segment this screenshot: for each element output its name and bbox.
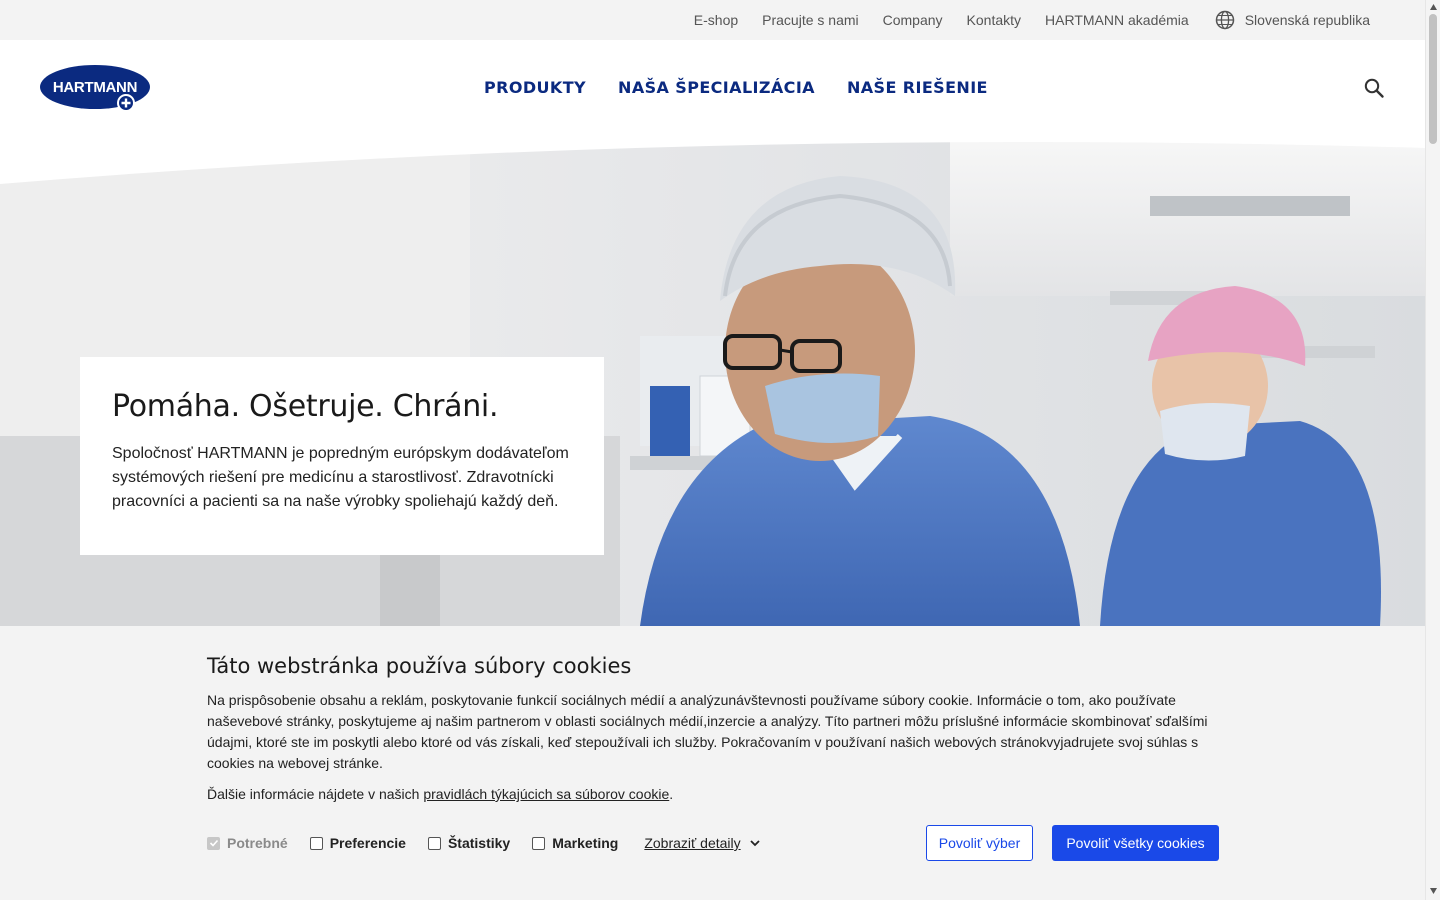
cookie-more-prefix: Ďalšie informácie nájdete v našich bbox=[207, 786, 424, 802]
show-details-label: Zobraziť detaily bbox=[644, 835, 741, 851]
globe-icon bbox=[1215, 10, 1234, 30]
topbar-link-careers[interactable]: Pracujte s nami bbox=[762, 12, 858, 28]
hero-section: Pomáha. Ošetruje. Chráni. Spoločnosť HAR… bbox=[0, 136, 1425, 626]
cookie-policy-link[interactable]: pravidlách týkajúcich sa súborov cookie bbox=[423, 786, 669, 802]
checkbox-necessary-label: Potrebné bbox=[227, 835, 288, 851]
checkbox-statistics[interactable]: Štatistiky bbox=[427, 835, 510, 851]
hero-curve bbox=[0, 136, 1425, 184]
search-icon[interactable] bbox=[1362, 76, 1386, 100]
nav-specialization[interactable]: NAŠA ŠPECIALIZÁCIA bbox=[618, 78, 815, 97]
language-label: Slovenská republika bbox=[1244, 12, 1370, 28]
cookie-content: Táto webstránka používa súbory cookies N… bbox=[207, 654, 1222, 805]
checkbox-marketing[interactable]: Marketing bbox=[532, 835, 618, 851]
checkbox-preferences-label[interactable]: Preferencie bbox=[330, 835, 406, 851]
scrollbar-thumb[interactable] bbox=[1429, 14, 1437, 144]
chevron-down-icon bbox=[750, 840, 760, 847]
nav-solutions[interactable]: NAŠE RIEŠENIE bbox=[847, 78, 988, 97]
cookie-more-info: Ďalšie informácie nájdete v našich pravi… bbox=[207, 784, 1222, 805]
checkbox-marketing-label[interactable]: Marketing bbox=[552, 835, 618, 851]
svg-text:HARTMANN: HARTMANN bbox=[53, 79, 137, 96]
site-header: HARTMANN PRODUKTY NAŠA ŠPECIALIZÁCIA NAŠ… bbox=[0, 40, 1425, 136]
language-selector[interactable]: Slovenská republika bbox=[1215, 10, 1370, 30]
checkbox-marketing-box[interactable] bbox=[532, 836, 546, 850]
cookie-controls: Potrebné Preferencie Štatistiky Marketin… bbox=[207, 825, 1222, 861]
hero-description: Spoločnosť HARTMANN je popredným európsk… bbox=[112, 445, 569, 510]
cookie-title: Táto webstránka používa súbory cookies bbox=[207, 654, 632, 678]
nav-products[interactable]: PRODUKTY bbox=[484, 78, 586, 97]
scroll-down-arrow-icon[interactable] bbox=[1429, 887, 1438, 895]
main-navigation: PRODUKTY NAŠA ŠPECIALIZÁCIA NAŠE RIEŠENI… bbox=[484, 78, 1020, 97]
topbar-link-company[interactable]: Company bbox=[883, 12, 943, 28]
allow-all-cookies-button[interactable]: Povoliť všetky cookies bbox=[1052, 825, 1219, 861]
cookie-body: Na prispôsobenie obsahu a reklám, poskyt… bbox=[207, 692, 1208, 771]
show-details-link[interactable]: Zobraziť detaily bbox=[644, 835, 760, 851]
checkbox-statistics-box[interactable] bbox=[427, 836, 441, 850]
topbar-link-academy[interactable]: HARTMANN akadémia bbox=[1045, 12, 1189, 28]
checkbox-statistics-label[interactable]: Štatistiky bbox=[448, 835, 510, 851]
topbar-link-eshop[interactable]: E-shop bbox=[694, 12, 738, 28]
cookie-banner: Táto webstránka používa súbory cookies N… bbox=[0, 626, 1425, 900]
cookie-more-suffix: . bbox=[669, 786, 674, 802]
checkbox-preferences[interactable]: Preferencie bbox=[309, 835, 406, 851]
page-scrollbar[interactable] bbox=[1425, 0, 1440, 900]
hero-card: Pomáha. Ošetruje. Chráni. Spoločnosť HAR… bbox=[80, 357, 604, 555]
allow-selection-button[interactable]: Povoliť výber bbox=[926, 825, 1033, 861]
utility-bar: E-shop Pracujte s nami Company Kontakty … bbox=[0, 0, 1425, 40]
checkbox-necessary: Potrebné bbox=[207, 835, 288, 851]
topbar-link-contacts[interactable]: Kontakty bbox=[967, 12, 1021, 28]
checkbox-necessary-box bbox=[207, 836, 220, 850]
hartmann-logo[interactable]: HARTMANN bbox=[40, 64, 152, 112]
hero-title: Pomáha. Ošetruje. Chráni. bbox=[112, 389, 499, 424]
scroll-up-arrow-icon[interactable] bbox=[1429, 3, 1438, 11]
checkbox-preferences-box[interactable] bbox=[309, 836, 323, 850]
